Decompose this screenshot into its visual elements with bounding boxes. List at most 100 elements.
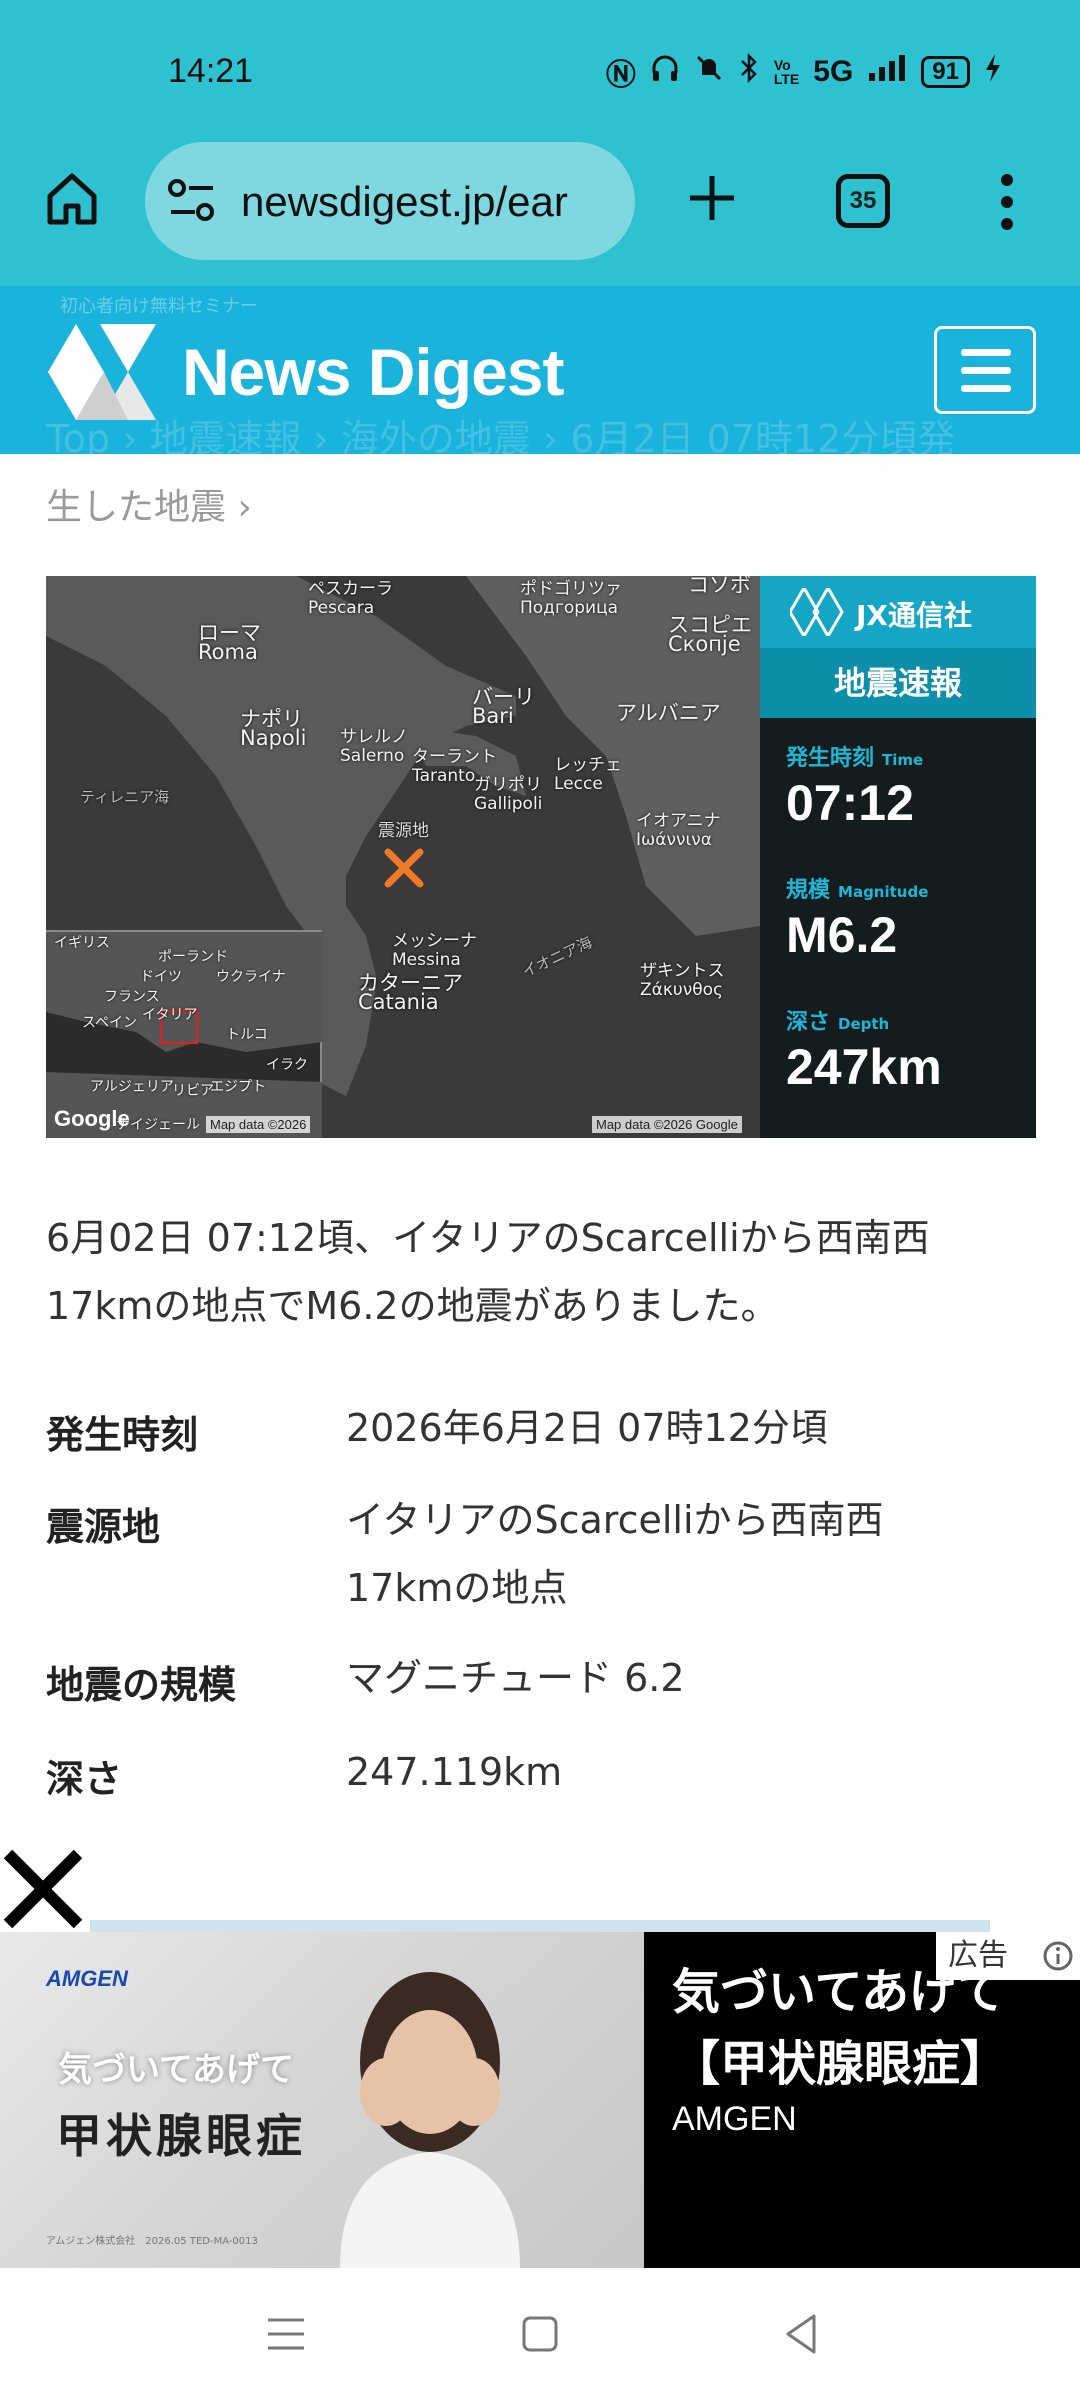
inset-label-egypt: エジプト (210, 1079, 266, 1095)
map-credit-inset: Map data ©2026 (206, 1116, 311, 1133)
back-nav-button[interactable] (770, 2302, 834, 2366)
url-text[interactable]: newsdigest.jp/ear (241, 178, 621, 226)
newsdigest-logo-icon[interactable] (48, 324, 156, 420)
quake-depth: 深さ Depth 247km (786, 1004, 942, 1096)
menu-lines-icon (268, 2318, 304, 2350)
quake-info-panel: JX通信社 地震速報 発生時刻 Time 07:12 規模 Magnitude M6… (760, 576, 1036, 1138)
site-menu-button[interactable] (934, 326, 1036, 414)
map-label-roma: ローマ Roma (198, 621, 261, 664)
inset-label-france: フランス (104, 989, 160, 1005)
quake-mag-label: 規模 (786, 878, 831, 903)
ad-banner[interactable]: AMGEN 気づいてあげて 甲状腺眼症 アムジェン株式会社 2026.05 TE… (0, 1932, 1080, 2268)
site-logo-text[interactable]: News Digest (182, 334, 564, 410)
recents-button[interactable] (254, 2302, 318, 2366)
breadcrumb[interactable]: 生した地震 › (46, 478, 252, 530)
quake-mag-value: M6.2 (786, 907, 898, 963)
nfc-icon: Ⓝ (605, 59, 636, 92)
hamburger-icon (961, 349, 1011, 356)
ad-photo[interactable]: AMGEN 気づいてあげて 甲状腺眼症 アムジェン株式会社 2026.05 TE… (0, 1932, 644, 2268)
ad-choices-label: 広告 (948, 1938, 1008, 1973)
network-type: 5G (813, 55, 854, 88)
status-icons: Ⓝ Vo LTE 5G 91 (606, 50, 1002, 94)
home-nav-button[interactable] (508, 2302, 572, 2366)
map-label-lecce: レッチェ Lecce (554, 755, 622, 794)
map-credit-main: Map data ©2026 Google (592, 1116, 742, 1133)
details-value: 247.119km (346, 1750, 563, 1794)
inset-label-algeria: アルジェリア (90, 1079, 174, 1095)
inset-label-iraq: イラク (266, 1057, 308, 1073)
tab-switcher-button[interactable]: 35 (836, 174, 890, 228)
more-vert-icon (1001, 174, 1013, 230)
bluetooth-icon (738, 52, 760, 91)
jx-brand: JX通信社 (760, 576, 1036, 648)
home-button[interactable] (42, 168, 102, 228)
inset-label-uk: イギリス (54, 935, 110, 951)
address-bar[interactable]: newsdigest.jp/ear (145, 142, 635, 260)
inset-label-ukraine: ウクライナ (216, 969, 286, 985)
promo-banner-ghost: 初心者向け無料セミナー (60, 296, 258, 317)
ad-person-illustration (340, 1972, 520, 2268)
map-label-messina: メッシーナ Messina (392, 931, 477, 970)
details-key: 発生時刻 (46, 1413, 199, 1457)
headphones-icon (650, 53, 680, 91)
quake-time: 発生時刻 Time 07:12 (786, 740, 923, 832)
details-key: 地震の規模 (46, 1663, 237, 1707)
map-label-gallipoli: ガリポリ Gallipoli (474, 775, 543, 814)
system-nav-bar (0, 2268, 1080, 2400)
plus-icon (690, 176, 734, 220)
home-icon (47, 173, 97, 225)
epicenter-marker-icon (384, 848, 424, 888)
inset-label-italy: イタリア (142, 1007, 198, 1023)
map-label-skopje: スコピエ Скопје (668, 613, 752, 656)
quake-time-value: 07:12 (786, 775, 914, 831)
map-label-bari: バーリ Bari (472, 685, 535, 728)
site-settings-icon[interactable] (167, 178, 217, 224)
map-label-podgorica: ポドゴリツァ Подгорица (520, 579, 622, 618)
ad-choices-badge[interactable]: 広告 (936, 1932, 1080, 1980)
more-menu-button[interactable] (992, 170, 1022, 234)
earthquake-map: イギリス ポーランド ドイツ ウクライナ フランス イタリア スペイン トルコ … (46, 576, 1036, 1138)
jx-brand-text: JX通信社 (856, 599, 973, 632)
map-label-zakynthos: ザキントス Ζάκυνθος (640, 961, 725, 1000)
details-key: 深さ (46, 1757, 123, 1801)
google-logo: Google (54, 1106, 130, 1131)
battery-icon: 91 (921, 56, 970, 88)
map-label-albania: アルバニア (616, 701, 721, 725)
quake-magnitude: 規模 Magnitude M6.2 (786, 872, 928, 964)
new-tab-button[interactable] (680, 166, 744, 230)
quake-depth-value: 247km (786, 1039, 942, 1095)
map-label-tyrrhenian: ティレニア海 (80, 788, 170, 806)
ad-photo-headline: 甲状腺眼症 (56, 2109, 306, 2163)
inset-label-turkey: トルコ (226, 1027, 268, 1043)
amgen-logo: AMGEN (46, 1966, 128, 1991)
ad-photo-tagline: 気づいてあげて (58, 2050, 294, 2090)
map-label-pescara: ペスカーラ Pescara (308, 579, 393, 618)
map-label-kosovo: コソボ (688, 576, 751, 597)
map-label-epicenter: 震源地 (378, 821, 429, 841)
square-icon (522, 2316, 558, 2352)
details-value: 2026年6月2日 07時12分頃 (346, 1406, 828, 1450)
inset-label-spain: スペイン (82, 1015, 138, 1031)
quake-depth-label-en: Depth (838, 1015, 890, 1033)
quake-depth-label: 深さ (786, 1010, 831, 1035)
details-key: 震源地 (46, 1505, 161, 1549)
mute-icon (694, 53, 724, 91)
map-label-salerno: サレルノ Salerno (340, 727, 408, 766)
inset-label-libya: リビア (172, 1083, 214, 1099)
ad-brand[interactable]: AMGEN (672, 2100, 797, 2139)
map-label-napoli: ナポリ Napoli (240, 707, 307, 750)
site-header: 初心者向け無料セミナー News Digest Top › 地震速報 › 海外の… (0, 286, 1080, 454)
inset-label-poland: ポーランド (158, 949, 228, 965)
charging-icon (984, 53, 1002, 91)
info-icon (1043, 1941, 1073, 1971)
ad-close-button[interactable] (0, 1846, 86, 1932)
breadcrumb-under-header: Top › 地震速報 › 海外の地震 › 6月2日 07時12分頃発 (46, 417, 956, 454)
browser-toolbar: newsdigest.jp/ear 35 (0, 140, 1080, 286)
quake-mag-label-en: Magnitude (838, 883, 929, 901)
map-label-catania: カターニア Catania (358, 971, 463, 1014)
quake-time-label: 発生時刻 (786, 746, 875, 771)
signal-icon (867, 53, 907, 91)
close-icon (3, 1849, 83, 1929)
quake-time-label-en: Time (882, 751, 924, 769)
details-value: マグニチュード 6.2 (346, 1656, 685, 1700)
